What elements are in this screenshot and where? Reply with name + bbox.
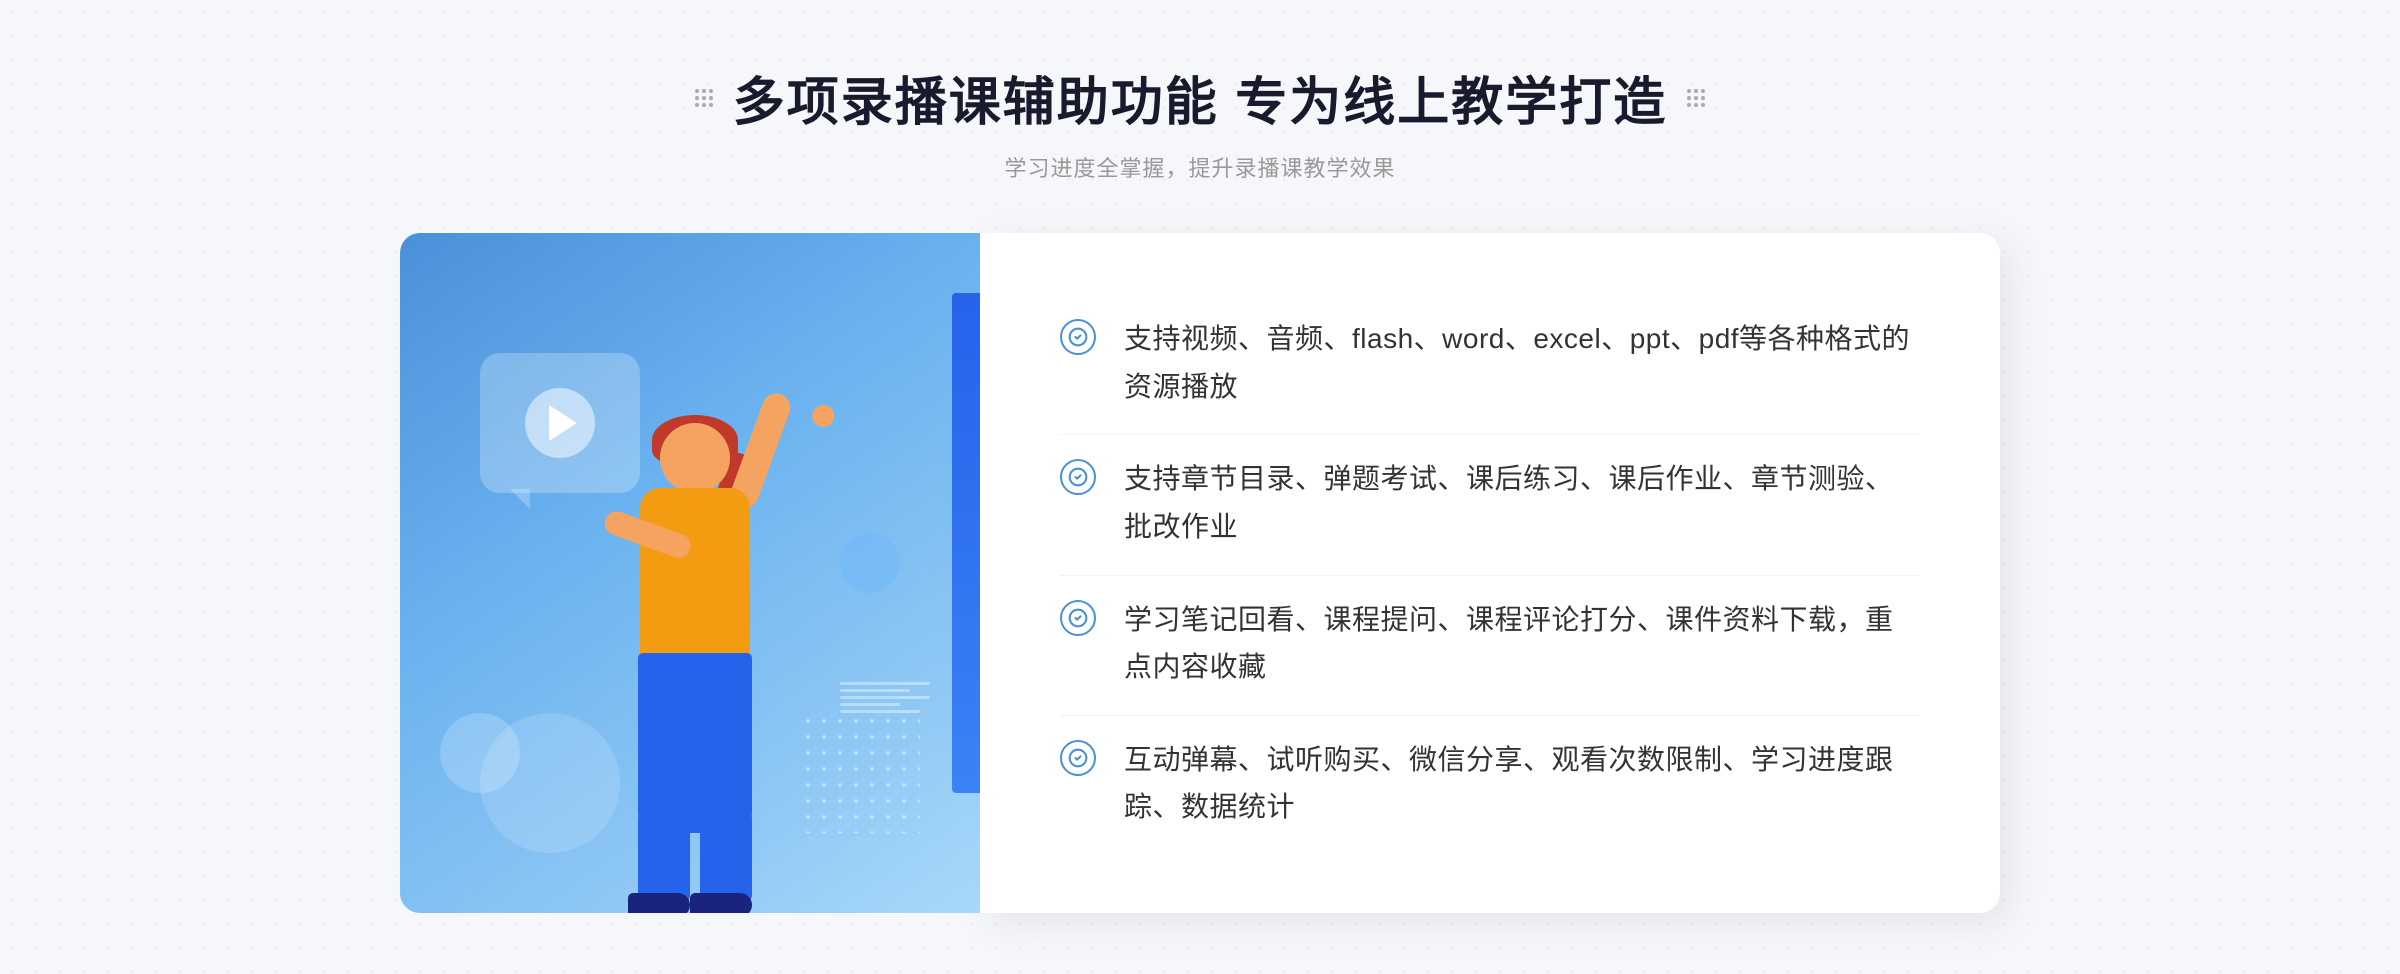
person-leg-right: [700, 813, 752, 903]
feature-text-1: 支持视频、音频、flash、word、excel、ppt、pdf等各种格式的资源…: [1124, 315, 1920, 410]
check-icon-3: [1060, 600, 1096, 636]
feature-item-2: 支持章节目录、弹题考试、课后练习、课后作业、章节测验、批改作业: [1060, 434, 1920, 570]
person-torso: [640, 488, 750, 668]
person-pants: [638, 653, 752, 833]
header-section: 多项录播课辅助功能 专为线上教学打造 学习进度全掌握，提升录播课教学效果: [695, 60, 1705, 183]
person-hand-right: [809, 402, 837, 430]
lines-decoration: [840, 682, 930, 713]
person-shoe-right: [690, 893, 752, 913]
check-icon-2: [1060, 459, 1096, 495]
person-leg-left: [638, 813, 690, 903]
content-area: »: [400, 233, 2000, 913]
left-decoration: [695, 89, 713, 107]
page-subtitle: 学习进度全掌握，提升录播课教学效果: [1004, 151, 1395, 183]
feature-text-2: 支持章节目录、弹题考试、课后练习、课后作业、章节测验、批改作业: [1124, 455, 1920, 550]
person-shoe-left: [628, 893, 690, 913]
circle-deco-2: [480, 713, 620, 853]
person-head: [660, 423, 730, 493]
check-icon-1: [1060, 319, 1096, 355]
circle-deco-3: [840, 533, 900, 593]
check-icon-4: [1060, 740, 1096, 776]
page-title: 多项录播课辅助功能 专为线上教学打造: [733, 60, 1667, 135]
feature-text-4: 互动弹幕、试听购买、微信分享、观看次数限制、学习进度跟踪、数据统计: [1124, 736, 1920, 831]
accent-bar: [952, 293, 980, 793]
right-decoration: [1687, 89, 1705, 107]
feature-text-3: 学习笔记回看、课程提问、课程评论打分、课件资料下载，重点内容收藏: [1124, 596, 1920, 691]
feature-item-1: 支持视频、音频、flash、word、excel、ppt、pdf等各种格式的资源…: [1060, 295, 1920, 430]
feature-item-4: 互动弹幕、试听购买、微信分享、观看次数限制、学习进度跟踪、数据统计: [1060, 715, 1920, 851]
page-container: 多项录播课辅助功能 专为线上教学打造 学习进度全掌握，提升录播课教学效果 »: [0, 0, 2400, 974]
illustration-card: [400, 233, 980, 913]
features-card: 支持视频、音频、flash、word、excel、ppt、pdf等各种格式的资源…: [980, 233, 2000, 913]
title-row: 多项录播课辅助功能 专为线上教学打造: [695, 60, 1705, 135]
feature-item-3: 学习笔记回看、课程提问、课程评论打分、课件资料下载，重点内容收藏: [1060, 575, 1920, 711]
